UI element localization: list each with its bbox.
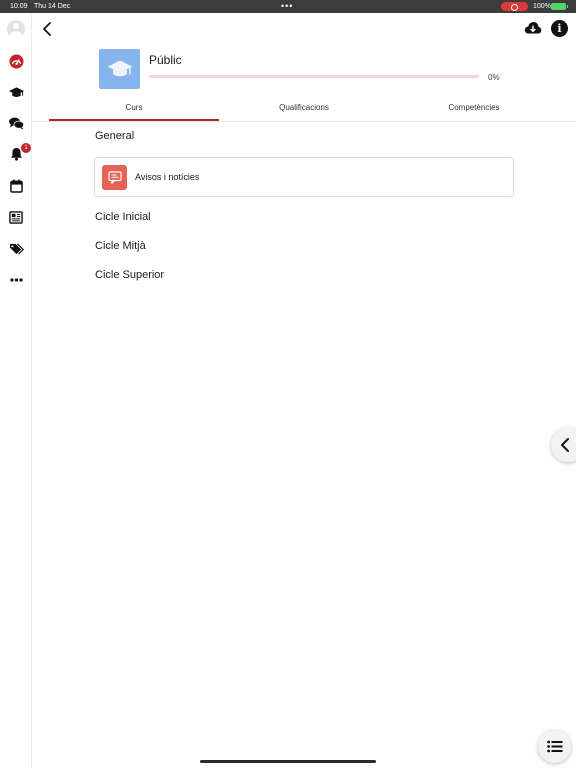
blocks-drawer-toggle[interactable] bbox=[551, 428, 576, 462]
sidebar-item-calendar[interactable] bbox=[6, 176, 26, 196]
course-title: Públic bbox=[149, 53, 182, 67]
chat-icon bbox=[8, 117, 24, 130]
tabs-divider bbox=[32, 121, 576, 122]
graduation-cap-icon bbox=[8, 86, 24, 97]
notification-badge: 1 bbox=[21, 143, 31, 153]
dashboard-icon bbox=[8, 53, 24, 69]
chevron-left-icon bbox=[43, 22, 51, 36]
course-tabs: Curs Qualificacions Competències bbox=[49, 98, 559, 121]
cloud-download-icon bbox=[524, 22, 542, 34]
course-info-button[interactable]: i bbox=[551, 20, 568, 37]
sidebar-item-messages[interactable] bbox=[6, 113, 26, 133]
module-label: Avisos i notícies bbox=[135, 172, 200, 182]
tab-competencies[interactable]: Competències bbox=[389, 98, 559, 121]
sidebar-item-tags[interactable] bbox=[6, 239, 26, 259]
battery-percentage: 100% bbox=[533, 3, 551, 10]
news-icon bbox=[9, 210, 23, 224]
info-icon: i bbox=[557, 22, 562, 35]
forum-icon bbox=[107, 171, 122, 184]
tab-course[interactable]: Curs bbox=[49, 98, 219, 121]
course-index-button[interactable] bbox=[538, 730, 571, 763]
avatar[interactable] bbox=[7, 20, 25, 38]
course-progress-text: 0% bbox=[488, 73, 500, 82]
more-icon bbox=[9, 278, 23, 282]
section-title-cicle-superior[interactable]: Cicle Superior bbox=[95, 269, 164, 281]
section-title-cicle-inicial[interactable]: Cicle Inicial bbox=[95, 211, 151, 223]
sidebar-item-courses[interactable] bbox=[6, 82, 26, 102]
sidebar-item-dashboard[interactable] bbox=[6, 51, 26, 71]
multitasking-dots-icon[interactable]: ••• bbox=[281, 1, 293, 11]
section-title-cicle-mitja[interactable]: Cicle Mitjà bbox=[95, 240, 146, 252]
chevron-left-icon bbox=[561, 438, 569, 452]
status-time: 10:09 bbox=[10, 3, 28, 10]
status-date: Thu 14 Dec bbox=[34, 3, 71, 10]
sidebar-item-more[interactable] bbox=[6, 270, 26, 290]
calendar-icon bbox=[9, 179, 23, 193]
graduation-cap-icon bbox=[107, 60, 132, 77]
course-image bbox=[99, 49, 140, 89]
module-forum-news[interactable]: Avisos i notícies bbox=[94, 157, 514, 197]
tab-grades[interactable]: Qualificacions bbox=[219, 98, 389, 121]
app-screen: 10:09 Thu 14 Dec ••• 100% 1 i Públic 0% … bbox=[0, 0, 576, 768]
battery-icon bbox=[551, 3, 568, 10]
screen-recording-icon bbox=[501, 2, 528, 11]
download-course-button[interactable] bbox=[524, 20, 542, 38]
sidebar-item-news[interactable] bbox=[6, 207, 26, 227]
section-title-general[interactable]: General bbox=[95, 130, 134, 142]
status-bar: 10:09 Thu 14 Dec ••• 100% bbox=[0, 0, 576, 13]
back-button[interactable] bbox=[40, 20, 56, 38]
list-icon bbox=[546, 740, 562, 753]
module-icon bbox=[102, 165, 127, 190]
home-indicator[interactable] bbox=[200, 760, 376, 763]
tags-icon bbox=[9, 242, 24, 255]
course-progress-bar bbox=[149, 75, 479, 78]
sidebar: 1 bbox=[0, 13, 32, 768]
